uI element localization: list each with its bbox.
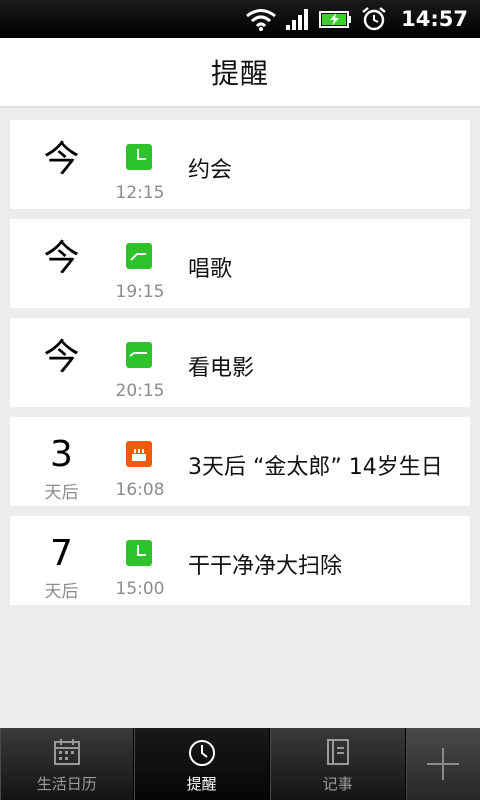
tab-label: 记事 bbox=[322, 775, 353, 793]
bottom-nav: 生活日历 提醒 记事 bbox=[0, 728, 480, 800]
reminder-item[interactable]: 今 12:15 约会 bbox=[10, 120, 470, 209]
tab-life-calendar[interactable]: 生活日历 bbox=[0, 728, 135, 800]
add-button[interactable] bbox=[406, 728, 480, 800]
reminder-list: 今 12:15 约会 今 19:15 唱歌 今 20:15 看电影 3 天后 1… bbox=[10, 120, 470, 615]
calendar-icon bbox=[53, 739, 80, 765]
reminder-item[interactable]: 今 20:15 看电影 bbox=[10, 318, 470, 407]
reminder-time: 19:15 bbox=[115, 282, 165, 302]
reminder-item[interactable]: 7 天后 15:00 干干净净大扫除 bbox=[10, 516, 470, 605]
status-time: 14:57 bbox=[401, 7, 468, 31]
status-icons: 14:57 bbox=[245, 0, 468, 38]
tab-reminders[interactable]: 提醒 bbox=[134, 728, 270, 800]
clock-icon bbox=[126, 540, 152, 566]
clock-icon bbox=[126, 342, 152, 368]
day-suffix: 天后 bbox=[44, 582, 79, 602]
clock-icon bbox=[126, 144, 152, 170]
page-header: 提醒 bbox=[0, 38, 480, 108]
day-indicator: 今 bbox=[43, 238, 80, 279]
reminder-title: 看电影 bbox=[188, 356, 255, 381]
reminder-item[interactable]: 3 天后 16:08 3天后 “金太郎” 14岁生日 bbox=[10, 417, 470, 506]
reminder-title: 约会 bbox=[188, 158, 233, 183]
alarm-icon bbox=[362, 7, 386, 31]
clock-icon bbox=[188, 740, 215, 766]
signal-icon bbox=[286, 9, 309, 30]
reminder-item[interactable]: 今 19:15 唱歌 bbox=[10, 219, 470, 308]
reminder-time: 16:08 bbox=[115, 480, 165, 500]
plus-icon bbox=[427, 748, 460, 780]
reminder-title: 干干净净大扫除 bbox=[188, 554, 343, 579]
reminder-title: 3天后 “金太郎” 14岁生日 bbox=[188, 455, 443, 480]
reminder-time: 15:00 bbox=[115, 579, 165, 599]
day-indicator: 今 bbox=[43, 337, 80, 378]
day-indicator: 3 bbox=[50, 434, 73, 475]
clock-icon bbox=[126, 243, 152, 269]
birthday-cake-icon bbox=[126, 441, 152, 467]
tab-notes[interactable]: 记事 bbox=[270, 728, 407, 800]
status-bar: 14:57 bbox=[0, 0, 480, 38]
day-indicator: 7 bbox=[50, 533, 73, 574]
reminder-title: 唱歌 bbox=[188, 257, 233, 282]
tab-label: 生活日历 bbox=[36, 775, 97, 793]
reminder-time: 12:15 bbox=[115, 183, 165, 203]
notebook-icon bbox=[326, 739, 349, 765]
day-suffix: 天后 bbox=[44, 483, 79, 503]
day-indicator: 今 bbox=[43, 139, 80, 180]
tab-label: 提醒 bbox=[186, 775, 217, 793]
wifi-icon bbox=[246, 9, 277, 31]
battery-charging-icon bbox=[319, 11, 352, 28]
reminder-time: 20:15 bbox=[115, 381, 165, 401]
page-title: 提醒 bbox=[210, 57, 269, 90]
